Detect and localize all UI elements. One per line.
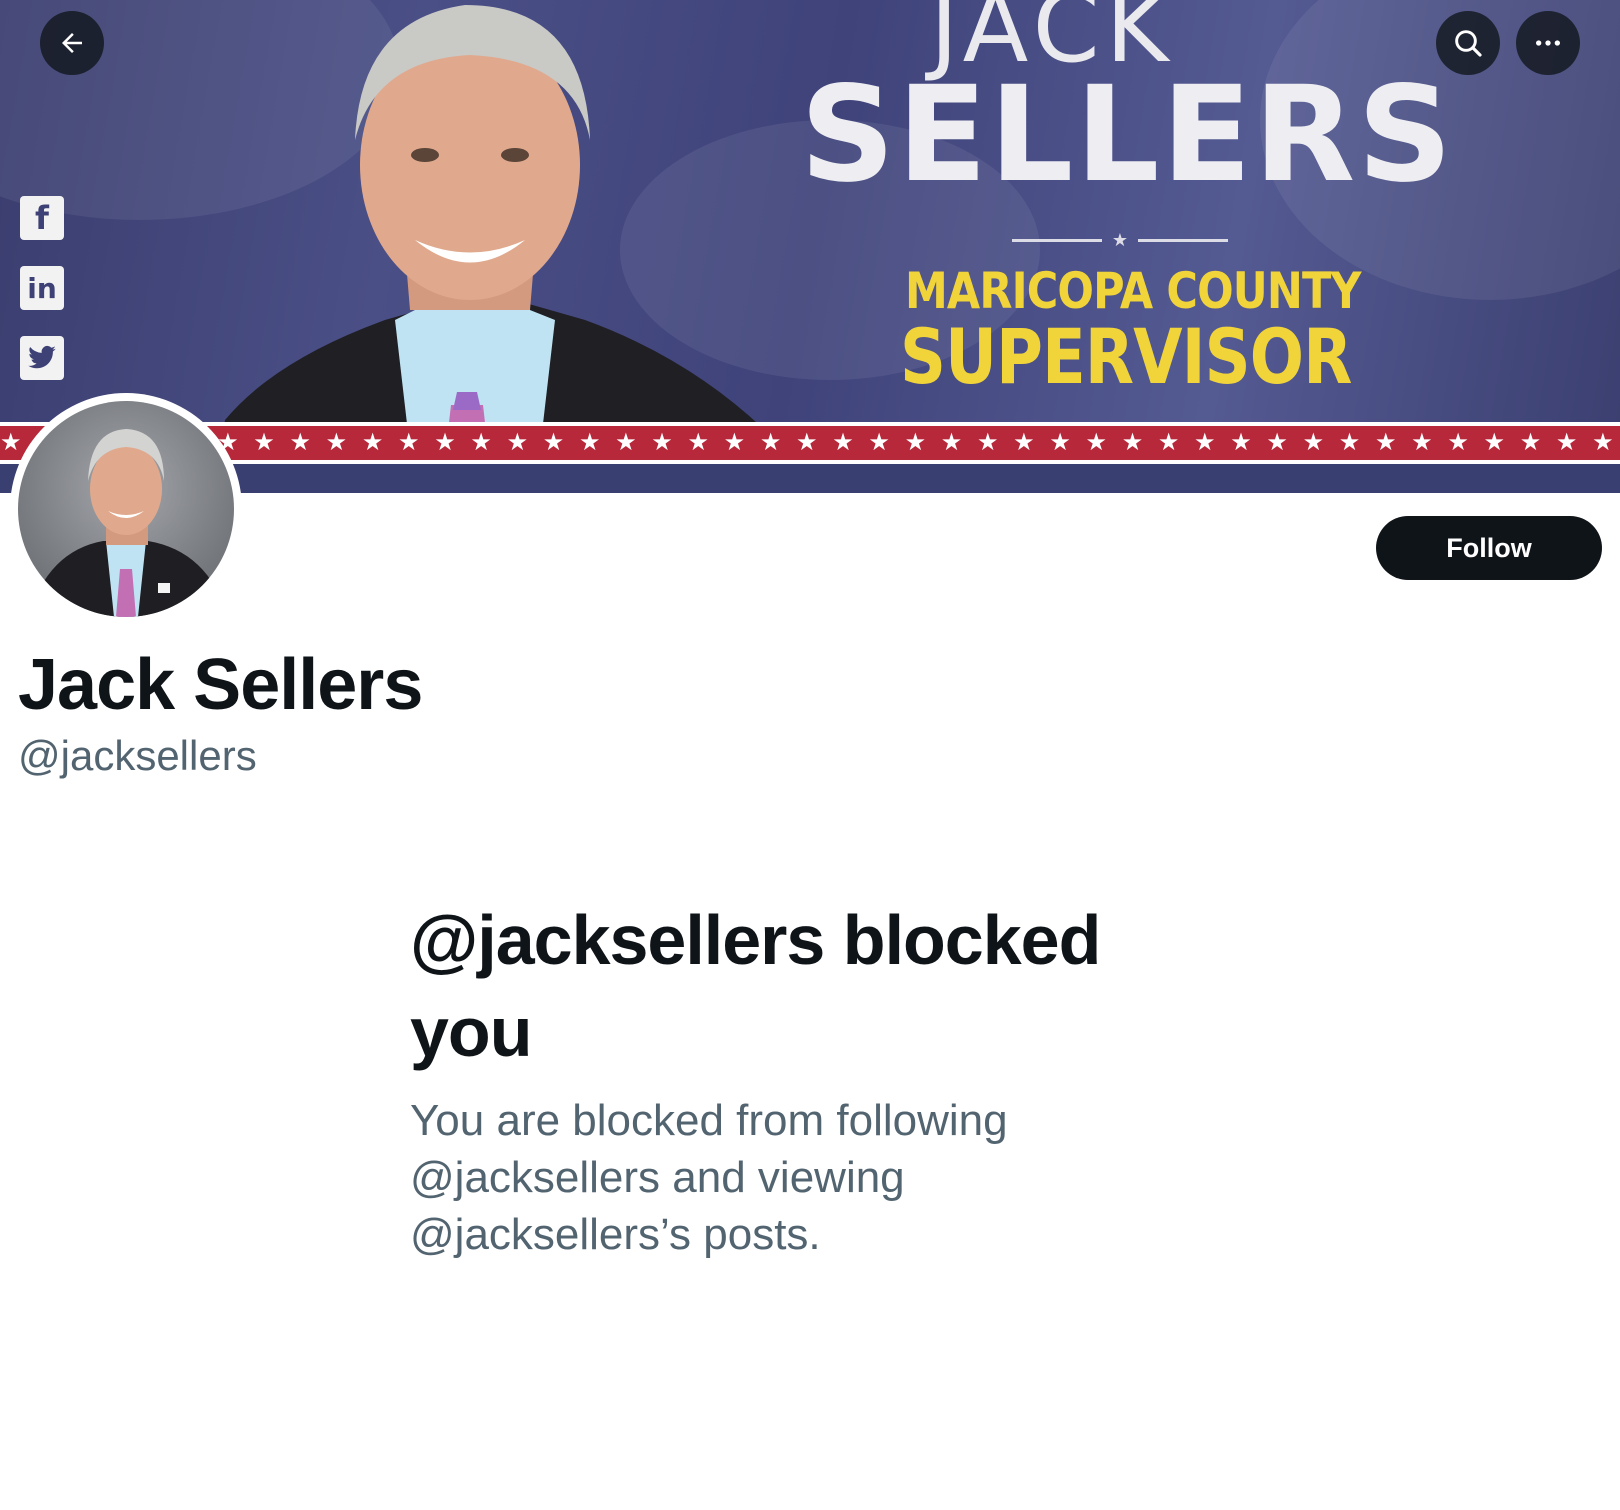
blocked-message: You are blocked from following @jacksell… [410,1096,1008,1259]
follow-button[interactable]: Follow [1376,516,1602,580]
back-button[interactable] [40,11,104,75]
more-options-icon [1536,40,1560,46]
banner-stars-band: ★ ★ ★ ★ ★ ★ ★ ★ ★ ★ ★ ★ ★ ★ ★ ★ ★ ★ ★ ★ … [0,422,1620,464]
banner-subline-role: SUPERVISOR [900,312,1352,401]
more-options-button[interactable] [1516,11,1580,75]
banner-divider: ★ [1010,230,1230,250]
blocked-title: @jacksellers blocked you [410,901,1101,1071]
linkedin-icon: in [20,266,64,310]
banner-portrait [215,5,800,493]
search-icon [1455,30,1482,57]
back-arrow-icon [62,33,82,53]
search-button[interactable] [1436,11,1500,75]
facebook-icon: f [20,196,64,240]
avatar-portrait [28,429,228,617]
profile-banner: f in JACK SELLERS ★ MARICOPA COUNTY SUPE… [0,0,1620,493]
profile-handle: @jacksellers [18,732,257,779]
avatar[interactable] [18,401,234,617]
banner-social-strip: f in [20,196,66,380]
banner-bottom-band [0,464,1620,493]
banner-headline-large: SELLERS [800,58,1455,212]
banner-campaign-text: JACK SELLERS ★ MARICOPA COUNTY SUPERVISO… [800,0,1452,420]
twitter-icon [20,336,64,380]
profile-display-name: Jack Sellers [18,645,423,725]
